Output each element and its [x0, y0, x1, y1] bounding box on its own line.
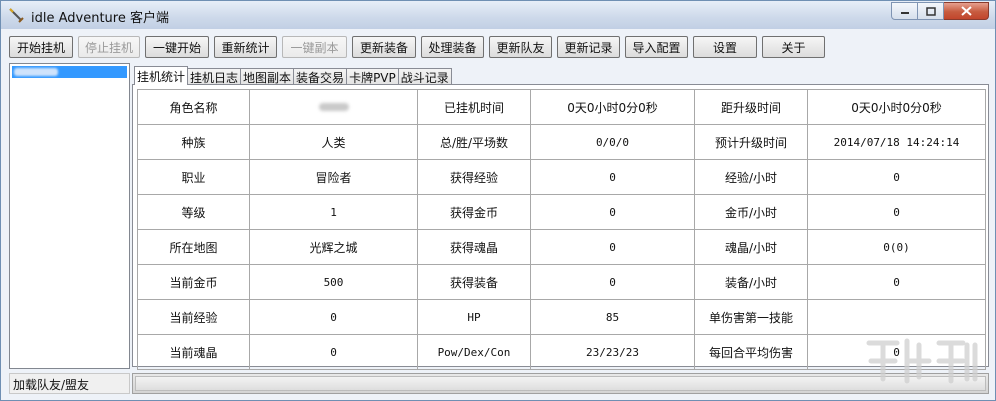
- reset-stats-button[interactable]: 重新统计: [214, 36, 277, 58]
- table-row: 当前经验 0 HP 85 单伤害第一技能: [137, 299, 986, 335]
- minimize-button[interactable]: [891, 2, 918, 20]
- close-icon: [960, 6, 972, 16]
- character-list-item[interactable]: [12, 66, 127, 78]
- field-label: 预计升级时间: [694, 124, 808, 160]
- update-teammates-button[interactable]: 更新队友: [489, 36, 552, 58]
- redacted-value: [318, 103, 349, 111]
- start-idle-button[interactable]: 开始挂机: [9, 36, 73, 58]
- field-value: 0: [530, 194, 695, 230]
- field-label: 获得魂晶: [417, 229, 531, 265]
- progress-bar: [135, 376, 986, 391]
- field-label: 魂晶/小时: [694, 229, 808, 265]
- field-value: 0: [807, 159, 986, 195]
- process-equipment-button[interactable]: 处理装备: [421, 36, 484, 58]
- field-label: 职业: [137, 159, 250, 195]
- update-equipment-button[interactable]: 更新装备: [352, 36, 416, 58]
- import-config-button[interactable]: 导入配置: [625, 36, 688, 58]
- about-button[interactable]: 关于: [762, 36, 825, 58]
- stats-table: 角色名称 已挂机时间 0天0小时0分0秒 距升级时间 0天0小时0分0秒 种族 …: [137, 89, 986, 370]
- field-value: 0: [249, 299, 418, 335]
- field-label: 经验/小时: [694, 159, 808, 195]
- one-click-start-button[interactable]: 一键开始: [145, 36, 209, 58]
- stop-idle-button[interactable]: 停止挂机: [78, 36, 140, 58]
- tab-idle-log[interactable]: 挂机日志: [187, 68, 242, 85]
- field-value: 0天0小时0分0秒: [807, 89, 986, 125]
- field-value: 冒险者: [249, 159, 418, 195]
- field-label: 获得装备: [417, 264, 531, 300]
- field-value: 0: [807, 264, 986, 300]
- tab-equipment-trade[interactable]: 装备交易: [293, 68, 348, 85]
- field-value: 0: [530, 264, 695, 300]
- field-value: [807, 299, 986, 335]
- field-value: 500: [249, 264, 418, 300]
- field-label: 当前魂晶: [137, 334, 250, 370]
- table-row: 职业 冒险者 获得经验 0 经验/小时 0: [137, 159, 986, 195]
- maximize-icon: [925, 6, 936, 16]
- field-label: HP: [417, 299, 531, 335]
- tab-battle-log[interactable]: 战斗记录: [397, 68, 452, 85]
- window-title: idle Adventure 客户端: [31, 11, 169, 26]
- redacted-name: [14, 68, 58, 76]
- table-row: 当前魂晶 0 Pow/Dex/Con 23/23/23 每回合平均伤害 0: [137, 334, 986, 370]
- character-list[interactable]: [9, 63, 130, 369]
- maximize-button[interactable]: [918, 2, 944, 20]
- download-site-watermark-logo: [866, 338, 978, 384]
- title-bar[interactable]: idle Adventure 客户端: [1, 1, 995, 29]
- field-value: 0: [249, 334, 418, 370]
- field-value: 2014/07/18 14:24:14: [807, 124, 986, 160]
- field-value: 0/0/0: [530, 124, 695, 160]
- settings-button[interactable]: 设置: [693, 36, 757, 58]
- window-controls: [891, 2, 989, 20]
- field-label: 距升级时间: [694, 89, 808, 125]
- field-label: 已挂机时间: [417, 89, 531, 125]
- field-label: 金币/小时: [694, 194, 808, 230]
- field-label: 单伤害第一技能: [694, 299, 808, 335]
- app-window: idle Adventure 客户端 开始挂机 停止挂机 一键开始 重新统计 一…: [0, 0, 996, 401]
- field-value: 人类: [249, 124, 418, 160]
- field-value: 光辉之城: [249, 229, 418, 265]
- field-label: 种族: [137, 124, 250, 160]
- status-bar: [132, 373, 989, 394]
- field-value: 0(0): [807, 229, 986, 265]
- field-value: 0: [530, 159, 695, 195]
- field-value: 0: [530, 229, 695, 265]
- table-row: 种族 人类 总/胜/平场数 0/0/0 预计升级时间 2014/07/18 14…: [137, 124, 986, 160]
- close-button[interactable]: [944, 2, 989, 20]
- field-value: 85: [530, 299, 695, 335]
- one-click-dungeon-button[interactable]: 一键副本: [282, 36, 347, 58]
- character-name-value: [249, 89, 418, 125]
- field-value: 0: [807, 194, 986, 230]
- field-value: 0天0小时0分0秒: [530, 89, 695, 125]
- field-label: 装备/小时: [694, 264, 808, 300]
- field-label: Pow/Dex/Con: [417, 334, 531, 370]
- field-value: 1: [249, 194, 418, 230]
- tab-card-pvp[interactable]: 卡牌PVP: [346, 68, 399, 85]
- table-row: 等级 1 获得金币 0 金币/小时 0: [137, 194, 986, 230]
- table-row: 所在地图 光辉之城 获得魂晶 0 魂晶/小时 0(0): [137, 229, 986, 265]
- stats-panel: 角色名称 已挂机时间 0天0小时0分0秒 距升级时间 0天0小时0分0秒 种族 …: [132, 84, 989, 370]
- minimize-icon: [900, 12, 909, 14]
- status-label: 加载队友/盟友: [9, 373, 130, 394]
- tab-idle-stats[interactable]: 挂机统计: [134, 66, 189, 85]
- tab-strip: 挂机统计 挂机日志 地图副本 装备交易 卡牌PVP 战斗记录: [134, 66, 452, 85]
- field-value: 23/23/23: [530, 334, 695, 370]
- field-label: 角色名称: [137, 89, 250, 125]
- field-label: 每回合平均伤害: [694, 334, 808, 370]
- update-records-button[interactable]: 更新记录: [557, 36, 620, 58]
- field-label: 当前金币: [137, 264, 250, 300]
- field-label: 当前经验: [137, 299, 250, 335]
- field-label: 总/胜/平场数: [417, 124, 531, 160]
- toolbar: 开始挂机 停止挂机 一键开始 重新统计 一键副本 更新装备 处理装备 更新队友 …: [9, 36, 830, 58]
- field-label: 所在地图: [137, 229, 250, 265]
- table-row: 角色名称 已挂机时间 0天0小时0分0秒 距升级时间 0天0小时0分0秒: [137, 89, 986, 125]
- field-label: 获得经验: [417, 159, 531, 195]
- tab-map-dungeon[interactable]: 地图副本: [240, 68, 295, 85]
- field-label: 获得金币: [417, 194, 531, 230]
- table-row: 当前金币 500 获得装备 0 装备/小时 0: [137, 264, 986, 300]
- field-label: 等级: [137, 194, 250, 230]
- sword-icon: [9, 8, 24, 23]
